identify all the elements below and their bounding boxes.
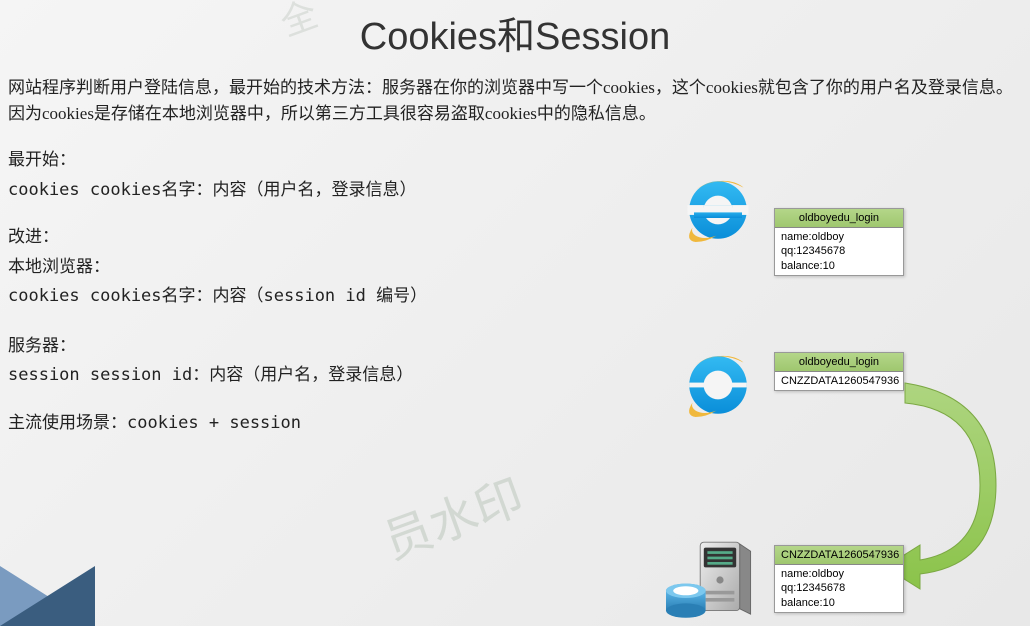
box2-header: oldboyedu_login	[775, 353, 903, 372]
decorative-triangle	[0, 566, 95, 626]
box1-header: oldboyedu_login	[775, 209, 903, 228]
cookie-box-plain: oldboyedu_login name:oldboy qq:12345678 …	[774, 208, 904, 276]
box3-l1: name:oldboy	[781, 567, 897, 581]
box1-l3: balance:10	[781, 259, 897, 273]
box3-l3: balance:10	[781, 596, 897, 610]
ie-browser-icon	[678, 170, 758, 250]
box3-header: CNZZDATA1260547936	[775, 546, 903, 565]
box3-l2: qq:12345678	[781, 581, 897, 595]
watermark-text: 员水印	[372, 457, 531, 572]
ie-browser-icon	[678, 345, 758, 425]
box3-body: name:oldboy qq:12345678 balance:10	[775, 565, 903, 612]
box1-l1: name:oldboy	[781, 230, 897, 244]
intro-paragraph: 网站程序判断用户登陆信息，最开始的技术方法：服务器在你的浏览器中写一个cooki…	[8, 75, 1022, 126]
server-icon	[656, 535, 766, 625]
box1-l2: qq:12345678	[781, 244, 897, 258]
session-box-server: CNZZDATA1260547936 name:oldboy qq:123456…	[774, 545, 904, 613]
box1-body: name:oldboy qq:12345678 balance:10	[775, 228, 903, 275]
page-title: Cookies和Session	[0, 0, 1030, 75]
diagram-area: oldboyedu_login name:oldboy qq:12345678 …	[650, 170, 1010, 610]
